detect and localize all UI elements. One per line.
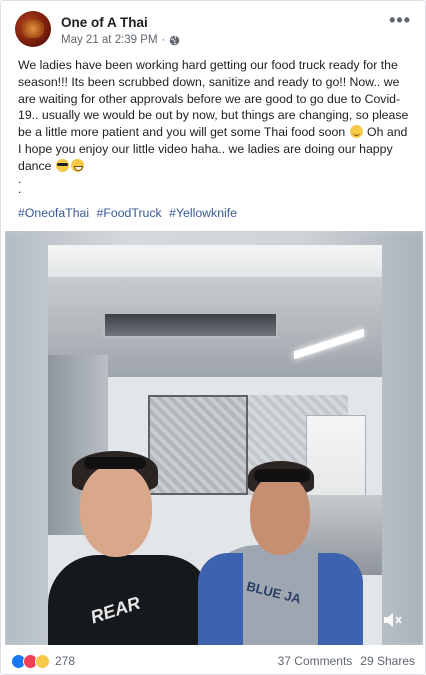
video-frame[interactable]: REAR BLUE JA <box>48 245 382 645</box>
post-footer: 278 37 Comments 29 Shares <box>11 651 415 671</box>
hashtag-oneofathai[interactable]: #OneofaThai <box>18 206 89 220</box>
hashtags: #OneofaThai #FoodTruck #Yellowknife <box>18 206 241 220</box>
post-text-part-1: We ladies have been working hard getting… <box>18 58 409 140</box>
meta-separator: · <box>161 34 166 46</box>
shares-count[interactable]: 29 Shares <box>360 654 415 668</box>
post-meta: May 21 at 2:39 PM · <box>61 34 180 46</box>
hashtag-yellowknife[interactable]: #Yellowknife <box>169 206 237 220</box>
grinning-face-icon <box>70 158 84 172</box>
post-timestamp[interactable]: May 21 at 2:39 PM <box>61 34 158 46</box>
reactions-summary[interactable]: 278 <box>11 653 75 669</box>
dot-line-2: . <box>18 182 22 196</box>
post-dots: . . <box>18 173 22 196</box>
haha-icon <box>35 653 50 669</box>
speaker-muted-icon[interactable] <box>381 609 403 631</box>
person-right: BLUE JA <box>198 455 382 645</box>
page-name-link[interactable]: One of A Thai <box>61 15 148 30</box>
video-player[interactable]: REAR BLUE JA <box>5 231 423 645</box>
page-avatar[interactable] <box>15 11 51 47</box>
comments-count[interactable]: 37 Comments <box>278 654 353 668</box>
smiling-face-icon <box>349 125 363 139</box>
more-options-icon[interactable]: ••• <box>389 11 411 29</box>
person-left: REAR <box>48 445 213 645</box>
post-header: One of A Thai May 21 at 2:39 PM · ••• <box>15 11 415 51</box>
reaction-count[interactable]: 278 <box>55 654 75 668</box>
facebook-post: One of A Thai May 21 at 2:39 PM · ••• We… <box>0 0 426 675</box>
globe-icon[interactable] <box>169 35 180 46</box>
sunglasses-face-icon <box>55 158 69 172</box>
post-text: We ladies have been working hard getting… <box>18 57 410 175</box>
hashtag-foodtruck[interactable]: #FoodTruck <box>97 206 162 220</box>
